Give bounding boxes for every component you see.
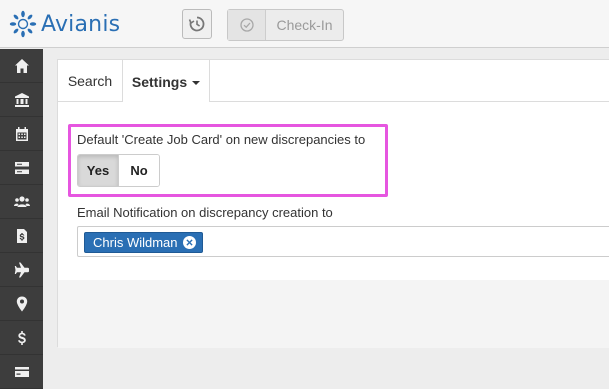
recipient-chip: Chris Wildman <box>84 232 203 253</box>
sidebar-nav <box>0 49 43 389</box>
sidebar-item-bank[interactable] <box>0 83 43 117</box>
tab-settings[interactable]: Settings <box>122 60 210 103</box>
check-circle-icon <box>239 18 254 32</box>
caret-down-icon <box>192 80 201 85</box>
sidebar-item-locations[interactable] <box>0 287 43 321</box>
checkin-icon-box <box>228 10 266 40</box>
avianis-logo-icon <box>9 10 37 38</box>
card-icon <box>14 366 29 377</box>
tab-search[interactable]: Search <box>58 60 122 102</box>
sidebar-item-server[interactable] <box>0 151 43 185</box>
no-button[interactable]: No <box>119 155 159 186</box>
create-job-card-toggle: Yes No <box>77 154 160 187</box>
server-icon <box>14 161 29 174</box>
panel-footer <box>58 280 609 348</box>
sidebar-item-flights[interactable] <box>0 253 43 287</box>
sidebar-item-calendar[interactable] <box>0 117 43 151</box>
close-icon <box>185 239 193 246</box>
recipient-name: Chris Wildman <box>93 235 178 250</box>
checkin-button[interactable]: Check-In <box>227 9 344 41</box>
sidebar-item-payments[interactable] <box>0 355 43 389</box>
settings-panel: Search Settings Default 'Create Job Card… <box>57 59 609 348</box>
tab-search-label: Search <box>67 73 113 89</box>
invoice-icon <box>16 228 27 243</box>
checkin-label: Check-In <box>276 17 333 33</box>
sidebar-item-home[interactable] <box>0 49 43 83</box>
users-icon <box>13 195 30 207</box>
tab-settings-label: Settings <box>131 73 188 90</box>
sidebar-item-billing[interactable] <box>0 321 43 355</box>
map-marker-icon <box>16 296 27 311</box>
history-button[interactable] <box>182 9 212 39</box>
brand-name: Avianis <box>41 11 121 37</box>
sidebar-item-invoice[interactable] <box>0 219 43 253</box>
remove-recipient-button[interactable] <box>182 236 196 249</box>
plane-icon <box>14 262 29 277</box>
email-notification-label: Email Notification on discrepancy creati… <box>77 205 333 220</box>
sidebar-item-users[interactable] <box>0 185 43 219</box>
create-job-card-label: Default 'Create Job Card' on new discrep… <box>77 132 366 147</box>
email-recipients-input[interactable]: Chris Wildman <box>77 226 609 257</box>
top-bar: Avianis Check-In <box>0 0 609 48</box>
bank-icon <box>14 92 29 107</box>
settings-content: Default 'Create Job Card' on new discrep… <box>58 102 609 280</box>
home-icon <box>14 58 29 73</box>
yes-button[interactable]: Yes <box>78 155 119 186</box>
calendar-icon <box>15 126 28 141</box>
app-logo[interactable]: Avianis <box>9 8 120 40</box>
history-icon <box>188 16 205 32</box>
dollar-icon <box>17 330 26 345</box>
tab-bar: Search Settings <box>58 60 609 103</box>
